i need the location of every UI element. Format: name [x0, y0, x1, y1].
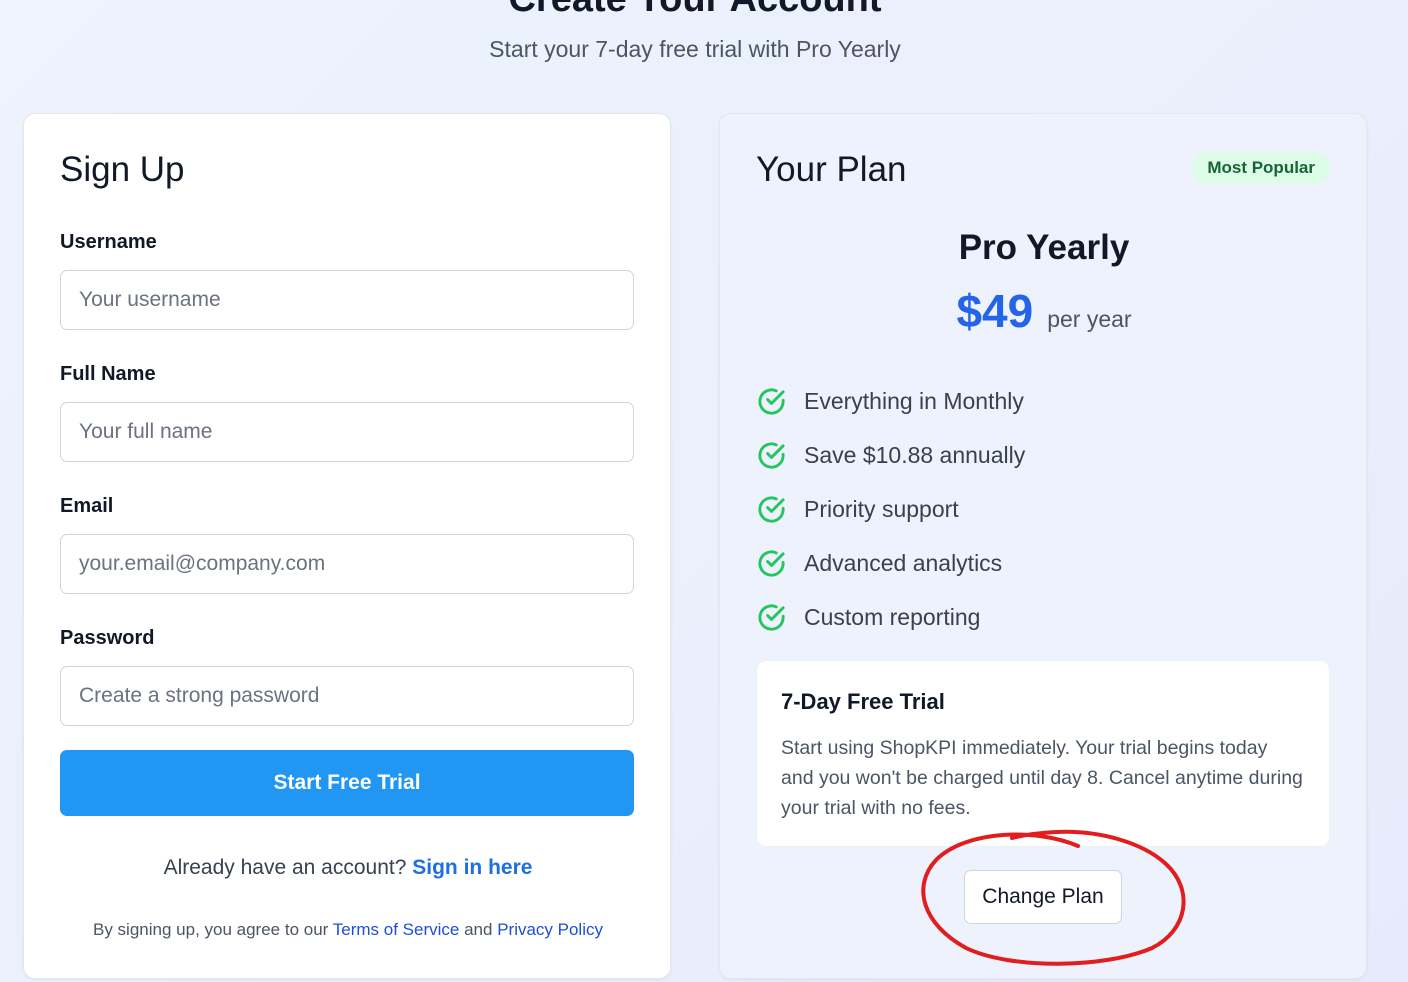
legal-and: and	[464, 920, 493, 939]
legal-prefix: By signing up, you agree to our	[93, 920, 329, 939]
full-name-input[interactable]	[60, 402, 634, 462]
check-circle-icon	[756, 440, 787, 471]
feature-item: Custom reporting	[756, 590, 1025, 644]
feature-item: Advanced analytics	[756, 536, 1025, 590]
page-title: Create Your Account	[0, 0, 1390, 21]
feature-list: Everything in Monthly Save $10.88 annual…	[756, 374, 1025, 644]
plan-heading: Your Plan	[756, 150, 907, 189]
feature-label: Save $10.88 annually	[804, 441, 1026, 468]
plan-period: per year	[1047, 306, 1132, 332]
check-circle-icon	[756, 386, 787, 417]
feature-item: Priority support	[756, 482, 1025, 536]
start-free-trial-button[interactable]: Start Free Trial	[60, 750, 634, 816]
check-circle-icon	[756, 602, 787, 633]
plan-name: Pro Yearly	[958, 228, 1130, 267]
email-label: Email	[60, 495, 114, 517]
signin-prompt-text: Already have an account?	[163, 856, 407, 879]
signup-heading: Sign Up	[60, 150, 185, 189]
email-input[interactable]	[60, 534, 634, 594]
change-plan-button[interactable]: Change Plan	[964, 870, 1122, 924]
trial-info-box: 7-Day Free Trial Start using ShopKPI imm…	[756, 660, 1330, 847]
signup-card: Sign Up Username Full Name Email Passwor…	[23, 113, 671, 979]
check-circle-icon	[756, 548, 787, 579]
terms-link[interactable]: Terms of Service	[333, 920, 460, 939]
trial-description: Start using ShopKPI immediately. Your tr…	[781, 737, 1303, 819]
username-label: Username	[60, 231, 157, 253]
signin-prompt-line: Already have an account? Sign in here	[24, 856, 672, 880]
feature-label: Priority support	[804, 495, 959, 522]
full-name-label: Full Name	[60, 363, 156, 385]
most-popular-badge: Most Popular	[1192, 152, 1330, 184]
feature-item: Save $10.88 annually	[756, 428, 1025, 482]
sign-in-link[interactable]: Sign in here	[412, 856, 532, 879]
feature-label: Advanced analytics	[804, 549, 1003, 576]
trial-title: 7-Day Free Trial	[781, 689, 945, 714]
price-row: $49 per year	[720, 284, 1368, 338]
legal-line: By signing up, you agree to our Terms of…	[24, 920, 672, 940]
username-input[interactable]	[60, 270, 634, 330]
feature-item: Everything in Monthly	[756, 374, 1025, 428]
plan-card: Your Plan Most Popular Pro Yearly $49 pe…	[719, 113, 1367, 979]
check-circle-icon	[756, 494, 787, 525]
password-label: Password	[60, 627, 155, 649]
privacy-link[interactable]: Privacy Policy	[497, 920, 603, 939]
plan-price: $49	[956, 285, 1034, 337]
feature-label: Custom reporting	[804, 603, 981, 630]
password-input[interactable]	[60, 666, 634, 726]
page-subtitle: Start your 7-day free trial with Pro Yea…	[489, 36, 901, 62]
feature-label: Everything in Monthly	[804, 387, 1024, 414]
